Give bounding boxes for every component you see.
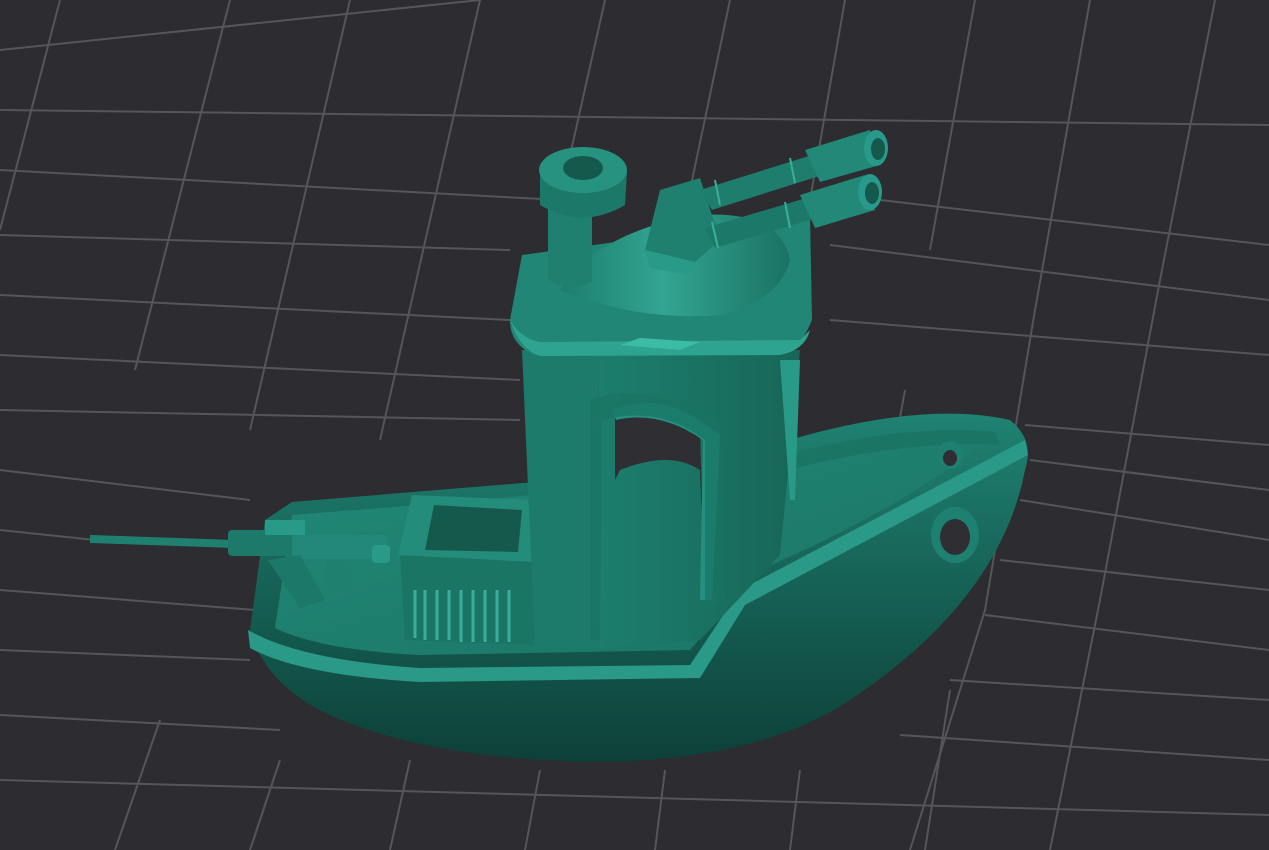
ammo-crate	[398, 495, 535, 645]
boat-model[interactable]	[90, 130, 1028, 762]
3d-viewport[interactable]	[0, 0, 1269, 850]
viewport-canvas[interactable]	[0, 0, 1269, 850]
